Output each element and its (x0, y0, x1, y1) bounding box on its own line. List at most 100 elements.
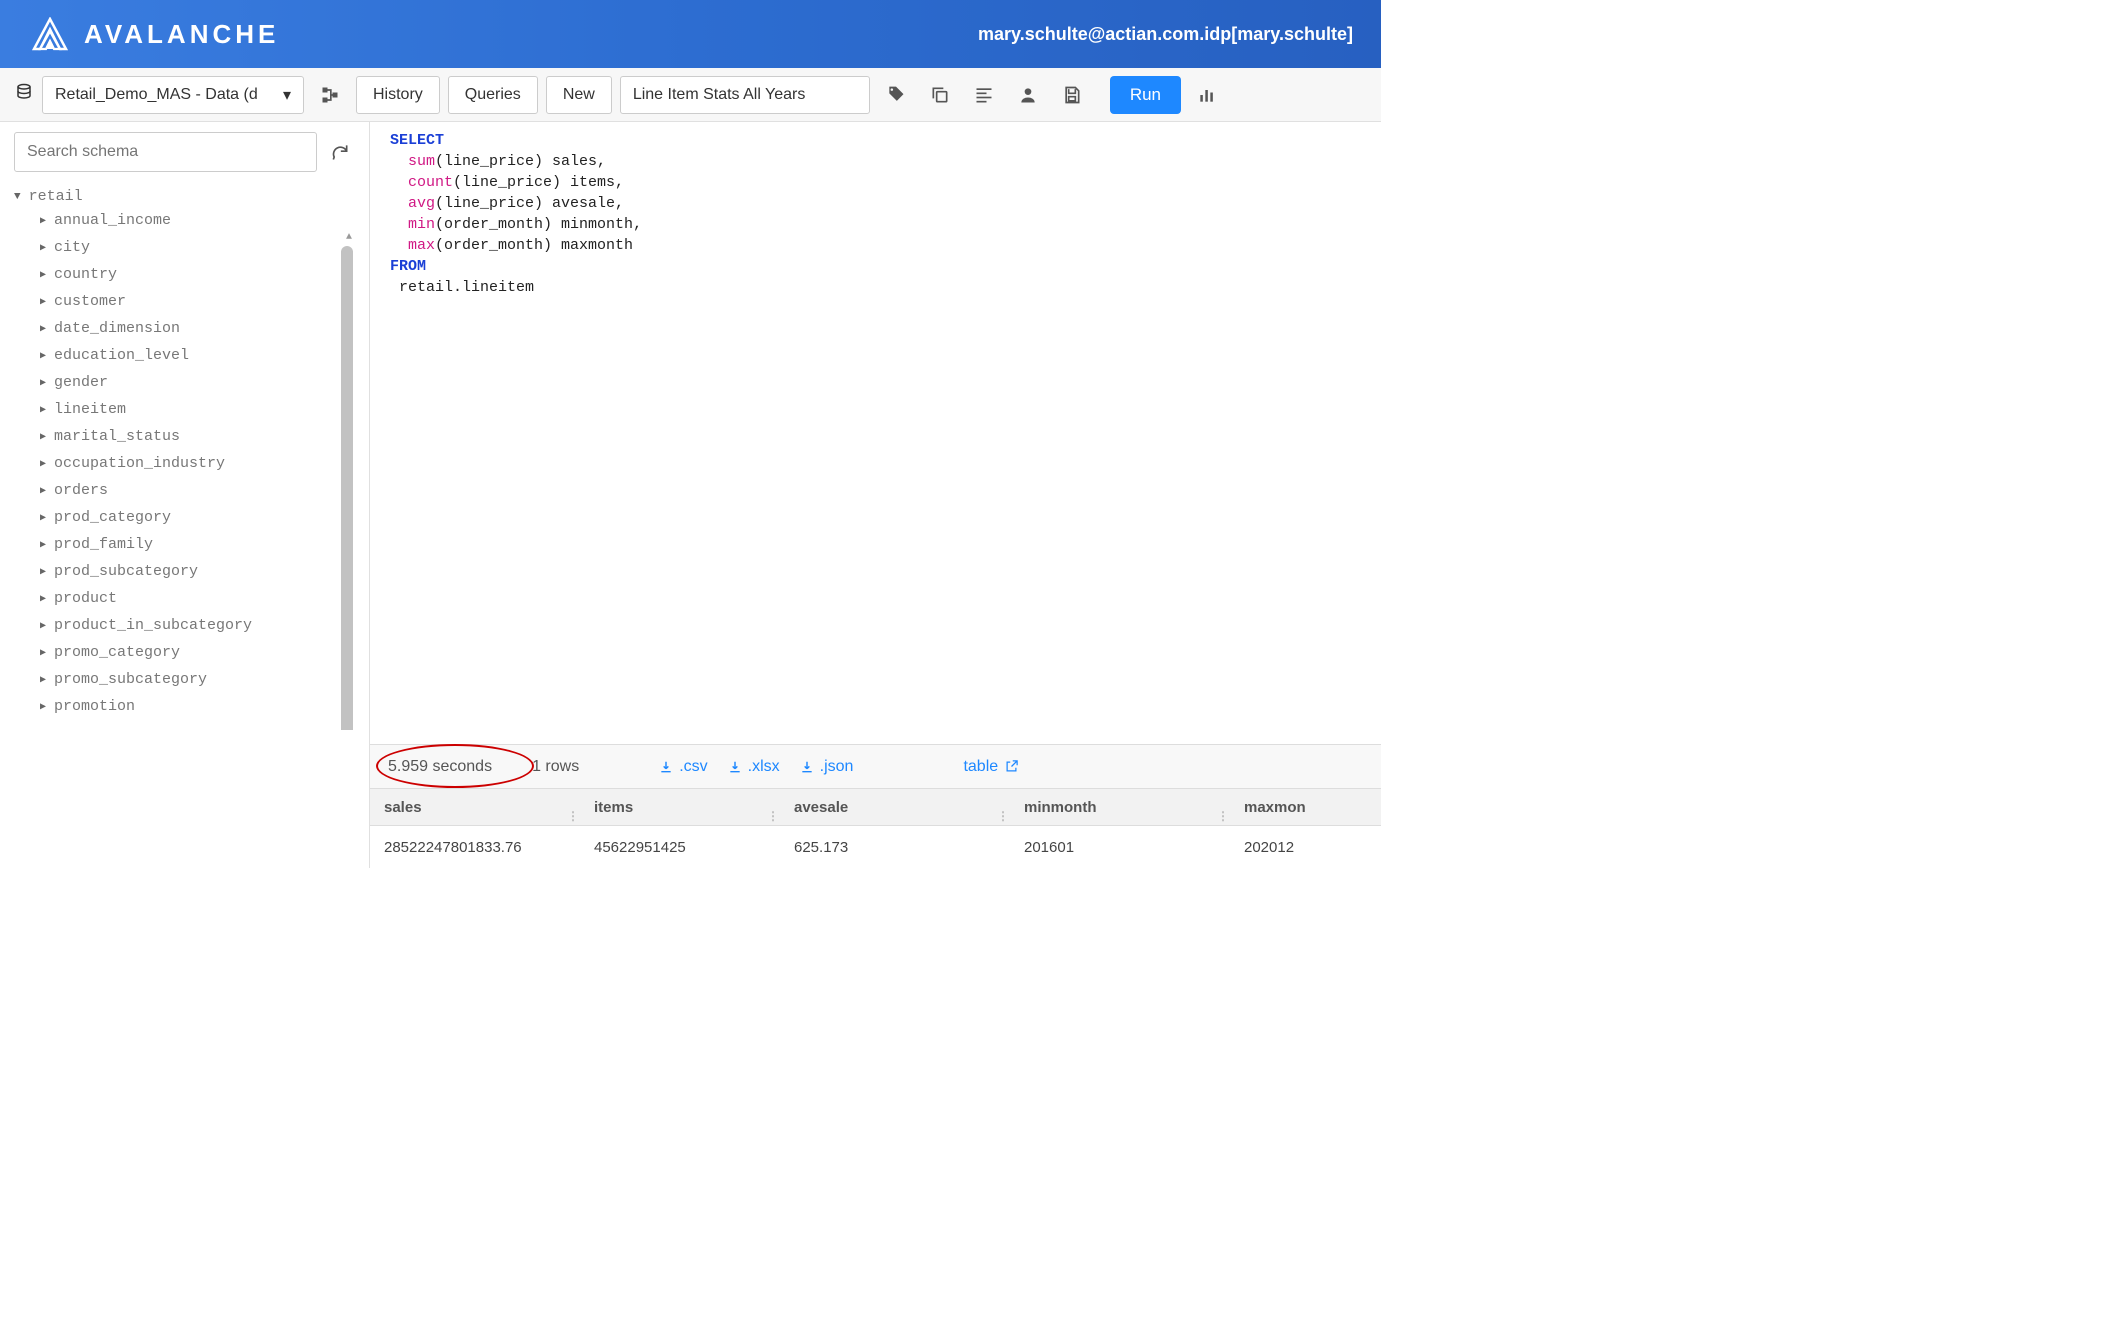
schema-table-item[interactable]: ▶ gender (40, 369, 355, 396)
table-label: date_dimension (54, 320, 180, 337)
table-label: product (54, 590, 117, 607)
new-query-button[interactable]: New (546, 76, 612, 114)
user-identity: mary.schulte@actian.com.idp[mary.schulte… (978, 24, 1353, 45)
sql-editor[interactable]: SELECT sum(line_price) sales, count(line… (370, 122, 1381, 744)
schema-table-item[interactable]: ▶ annual_income (40, 207, 355, 234)
table-label: prod_category (54, 509, 171, 526)
column-resize-handle[interactable]: ⋮ (767, 809, 776, 823)
schema-table-item[interactable]: ▶marital_status (40, 423, 355, 450)
chevron-right-icon: ▶ (40, 242, 46, 254)
cell: 202012 (1230, 839, 1350, 856)
chevron-right-icon: ▶ (40, 620, 46, 632)
cell: 201601 (1010, 839, 1230, 856)
table-label: prod_family (54, 536, 153, 553)
download-csv-link[interactable]: .csv (659, 758, 707, 776)
schema-root[interactable]: ▼ retail (14, 186, 355, 207)
schema-table-item[interactable]: ▶prod_family (40, 531, 355, 558)
schema-table-item[interactable]: ▶prod_subcategory (40, 558, 355, 585)
schema-table-item[interactable]: ▶ city (40, 234, 355, 261)
column-resize-handle[interactable]: ⋮ (1217, 809, 1226, 823)
chevron-right-icon: ▶ (40, 566, 46, 578)
history-button[interactable]: History (356, 76, 440, 114)
cell: 45622951425 (580, 839, 780, 856)
format-icon[interactable] (966, 77, 1002, 113)
chevron-right-icon: ▶ (40, 593, 46, 605)
table-label: city (54, 239, 90, 256)
scroll-up-icon[interactable]: ▲ (346, 232, 352, 243)
column-header[interactable]: items⋮ (580, 799, 780, 816)
chevron-right-icon: ▶ (40, 404, 46, 416)
schema-table-item[interactable]: ▶ orders (40, 477, 355, 504)
table-label: orders (54, 482, 108, 499)
queries-button[interactable]: Queries (448, 76, 538, 114)
table-label: occupation_industry (54, 455, 225, 472)
brand-name: AVALANCHE (84, 19, 279, 50)
chevron-right-icon: ▶ (40, 323, 46, 335)
tag-icon[interactable] (878, 77, 914, 113)
main-toolbar: Retail_Demo_MAS - Data (d ▾ History Quer… (0, 68, 1381, 122)
table-view-link[interactable]: table (963, 758, 1019, 776)
database-select-value: Retail_Demo_MAS - Data (d (55, 86, 258, 104)
chart-icon[interactable] (1189, 77, 1225, 113)
column-header[interactable]: minmonth⋮ (1010, 799, 1230, 816)
save-icon[interactable] (1054, 77, 1090, 113)
cell: 28522247801833.76 (370, 839, 580, 856)
database-select[interactable]: Retail_Demo_MAS - Data (d ▾ (42, 76, 304, 114)
editor-area: SELECT sum(line_price) sales, count(line… (370, 122, 1381, 868)
column-resize-handle[interactable]: ⋮ (997, 809, 1006, 823)
schema-sidebar: ▲ ▼ retail ▶annual_income▶city▶country▶c… (0, 122, 370, 868)
results-status-bar: 5.959 seconds 1 rows .csv .xlsx .json ta… (370, 744, 1381, 788)
table-label: lineitem (54, 401, 126, 418)
table-label: gender (54, 374, 108, 391)
table-label: promo_subcategory (54, 671, 207, 688)
schema-table-item[interactable]: ▶product_in_subcategory (40, 612, 355, 639)
schema-search-input[interactable] (14, 132, 317, 172)
schema-table-item[interactable]: ▶promo_category (40, 639, 355, 666)
avalanche-logo-icon (30, 17, 70, 51)
database-icon (14, 83, 34, 106)
run-button[interactable]: Run (1110, 76, 1181, 114)
chevron-right-icon: ▶ (40, 512, 46, 524)
column-resize-handle[interactable]: ⋮ (567, 809, 576, 823)
user-icon[interactable] (1010, 77, 1046, 113)
chevron-right-icon: ▶ (40, 377, 46, 389)
schema-table-item[interactable]: ▶occupation_industry (40, 450, 355, 477)
schema-table-item[interactable]: ▶ product (40, 585, 355, 612)
copy-icon[interactable] (922, 77, 958, 113)
chevron-right-icon: ▶ (40, 350, 46, 362)
refresh-icon[interactable] (325, 137, 355, 167)
table-label: customer (54, 293, 126, 310)
column-header[interactable]: sales⋮ (370, 799, 580, 816)
schema-table-item[interactable]: ▶ promo_subcategory (40, 666, 355, 693)
column-header[interactable]: maxmon (1230, 799, 1350, 816)
main-content: ▲ ▼ retail ▶annual_income▶city▶country▶c… (0, 122, 1381, 868)
table-label: marital_status (54, 428, 180, 445)
table-label: country (54, 266, 117, 283)
scrollbar-thumb[interactable] (341, 246, 353, 730)
results-header-row: sales⋮ items⋮ avesale⋮ minmonth⋮ maxmon (370, 788, 1381, 826)
query-name-input[interactable] (620, 76, 870, 114)
chevron-right-icon: ▶ (40, 701, 46, 713)
schema-table-item[interactable]: ▶ lineitem (40, 396, 355, 423)
schema-tree-toggle-icon[interactable] (312, 77, 348, 113)
table-label: promo_category (54, 644, 180, 661)
column-header[interactable]: avesale⋮ (780, 799, 1010, 816)
app-header: AVALANCHE mary.schulte@actian.com.idp[ma… (0, 0, 1381, 68)
chevron-right-icon: ▶ (40, 215, 46, 227)
schema-table-item[interactable]: ▶ education_level (40, 342, 355, 369)
table-label: annual_income (54, 212, 171, 229)
chevron-right-icon: ▶ (40, 485, 46, 497)
chevron-right-icon: ▶ (40, 269, 46, 281)
schema-table-item[interactable]: ▶promotion (40, 693, 355, 720)
download-json-link[interactable]: .json (800, 758, 854, 776)
table-label: education_level (54, 347, 189, 364)
schema-table-item[interactable]: ▶ country (40, 261, 355, 288)
download-xlsx-link[interactable]: .xlsx (728, 758, 780, 776)
caret-down-icon: ▾ (283, 85, 291, 105)
schema-table-item[interactable]: ▶customer (40, 288, 355, 315)
chevron-down-icon: ▼ (14, 191, 21, 203)
schema-table-item[interactable]: ▶ date_dimension (40, 315, 355, 342)
chevron-right-icon: ▶ (40, 674, 46, 686)
query-time: 5.959 seconds (388, 758, 492, 776)
schema-table-item[interactable]: ▶ prod_category (40, 504, 355, 531)
